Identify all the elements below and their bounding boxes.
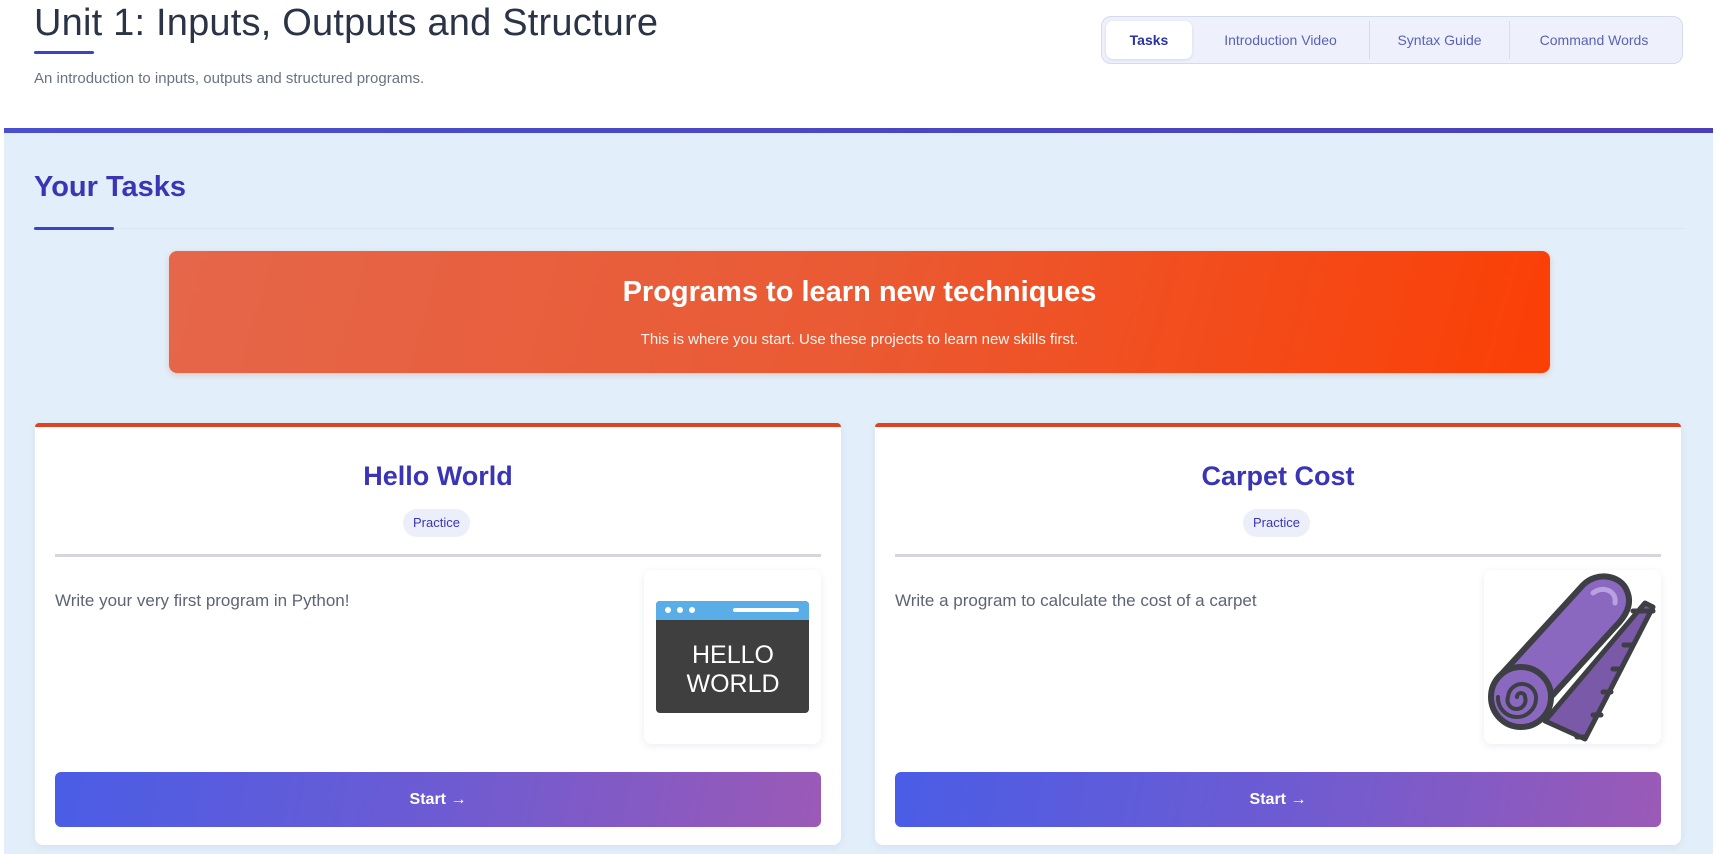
- title-underline: [34, 51, 94, 54]
- section-rule: [34, 228, 1684, 229]
- tasks-section: Your Tasks Programs to learn new techniq…: [4, 133, 1713, 854]
- practice-badge: Practice: [403, 509, 470, 537]
- card-divider: [55, 554, 821, 557]
- section-underline: [34, 227, 114, 230]
- rolled-carpet-icon: [1488, 573, 1656, 742]
- card-title: Carpet Cost: [1201, 461, 1355, 491]
- card-title: Hello World: [363, 461, 513, 491]
- task-card-carpet-cost: Carpet Cost Practice Write a program to …: [875, 423, 1681, 845]
- banner-title: Programs to learn new techniques: [622, 276, 1097, 308]
- tab-command-words[interactable]: Command Words: [1510, 21, 1678, 59]
- tab-syntax-guide[interactable]: Syntax Guide: [1370, 21, 1510, 59]
- card-image: [1484, 570, 1661, 744]
- card-image: HELLO WORLD: [644, 570, 821, 744]
- tab-introduction-video[interactable]: Introduction Video: [1192, 21, 1370, 59]
- banner-text: This is where you start. Use these proje…: [640, 331, 1079, 348]
- card-divider: [895, 554, 1661, 557]
- page-subtitle: An introduction to inputs, outputs and s…: [34, 70, 425, 87]
- tab-tasks[interactable]: Tasks: [1106, 21, 1192, 59]
- unit-tabs: Tasks Introduction Video Syntax Guide Co…: [1101, 16, 1683, 64]
- start-button[interactable]: Start →: [55, 772, 821, 827]
- hello-world-browser-icon: HELLO WORLD: [656, 600, 809, 713]
- practice-badge: Practice: [1243, 509, 1310, 537]
- world-text: WORLD: [686, 670, 779, 698]
- section-title: Your Tasks: [34, 171, 187, 203]
- hello-text: HELLO: [692, 641, 774, 669]
- page-header: Unit 1: Inputs, Outputs and Structure An…: [0, 0, 1717, 130]
- page-title: Unit 1: Inputs, Outputs and Structure: [34, 2, 659, 44]
- category-banner: Programs to learn new techniques This is…: [169, 251, 1550, 373]
- card-description: Write a program to calculate the cost of…: [895, 591, 1257, 610]
- card-description: Write your very first program in Python!: [55, 591, 350, 610]
- start-button[interactable]: Start →: [895, 772, 1661, 827]
- task-card-hello-world: Hello World Practice Write your very fir…: [35, 423, 841, 845]
